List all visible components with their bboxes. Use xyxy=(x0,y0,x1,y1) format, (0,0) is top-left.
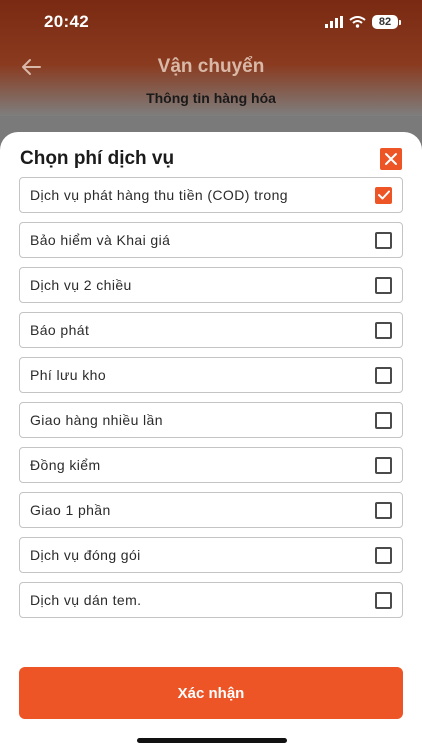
option-label: Đồng kiểm xyxy=(30,457,101,473)
status-bar: 20:42 82 xyxy=(0,0,422,44)
sheet-title: Chọn phí dịch vụ xyxy=(20,148,175,169)
option-delivery-report[interactable]: Báo phát xyxy=(19,312,403,348)
status-time: 20:42 xyxy=(44,12,89,31)
signal-icon xyxy=(325,16,343,28)
option-label: Bảo hiểm và Khai giá xyxy=(30,232,171,248)
checkbox[interactable] xyxy=(375,501,392,519)
confirm-button[interactable]: Xác nhận xyxy=(19,667,403,719)
option-cod[interactable]: Dịch vụ phát hàng thu tiền (COD) trong xyxy=(19,177,403,213)
option-packaging[interactable]: Dịch vụ đóng gói xyxy=(19,537,403,573)
option-multiple-delivery[interactable]: Giao hàng nhiều lần xyxy=(19,402,403,438)
option-label: Giao 1 phần xyxy=(30,502,111,518)
option-co-inspection[interactable]: Đồng kiểm xyxy=(19,447,403,483)
home-indicator xyxy=(137,738,287,743)
service-fee-sheet: Chọn phí dịch vụ Dịch vụ phát hàng thu t… xyxy=(0,132,422,750)
option-label: Dịch vụ dán tem. xyxy=(30,592,142,608)
option-insurance[interactable]: Bảo hiểm và Khai giá xyxy=(19,222,403,258)
option-storage-fee[interactable]: Phí lưu kho xyxy=(19,357,403,393)
option-partial-delivery[interactable]: Giao 1 phần xyxy=(19,492,403,528)
checkbox[interactable] xyxy=(375,456,392,474)
checkbox-checked[interactable] xyxy=(375,186,392,204)
option-two-way[interactable]: Dịch vụ 2 chiều xyxy=(19,267,403,303)
checkmark-icon xyxy=(377,190,390,200)
checkbox[interactable] xyxy=(375,276,392,294)
section-subtitle: Thông tin hàng hóa xyxy=(146,90,276,106)
close-button[interactable] xyxy=(380,148,402,170)
option-labeling[interactable]: Dịch vụ dán tem. xyxy=(19,582,403,618)
status-icons: 82 xyxy=(325,15,401,29)
battery-icon: 82 xyxy=(372,15,401,29)
wifi-icon xyxy=(349,16,366,28)
checkbox[interactable] xyxy=(375,591,392,609)
close-icon xyxy=(385,153,397,165)
page-title: Vận chuyển xyxy=(157,56,265,77)
option-label: Dịch vụ 2 chiều xyxy=(30,277,132,293)
service-options-list: Dịch vụ phát hàng thu tiền (COD) trong B… xyxy=(19,177,403,627)
option-label: Giao hàng nhiều lần xyxy=(30,412,163,428)
checkbox[interactable] xyxy=(375,411,392,429)
checkbox[interactable] xyxy=(375,546,392,564)
option-label: Báo phát xyxy=(30,322,90,338)
option-label: Dịch vụ đóng gói xyxy=(30,547,141,563)
checkbox[interactable] xyxy=(375,366,392,384)
checkbox[interactable] xyxy=(375,321,392,339)
option-label: Phí lưu kho xyxy=(30,367,107,383)
checkbox[interactable] xyxy=(375,231,392,249)
option-label: Dịch vụ phát hàng thu tiền (COD) trong xyxy=(30,187,288,203)
